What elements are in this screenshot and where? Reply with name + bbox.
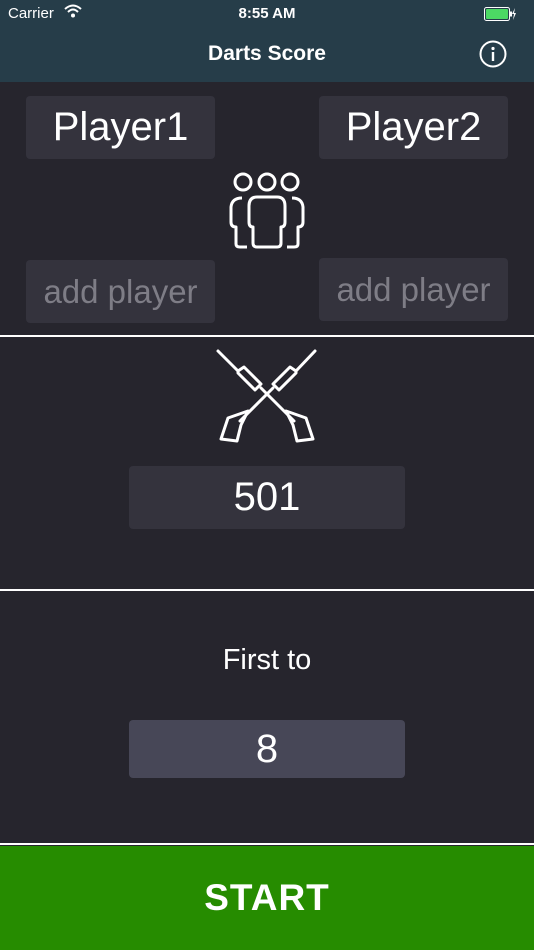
legs-value: 8 bbox=[255, 726, 279, 771]
first-to-label: First to bbox=[222, 644, 312, 676]
section-divider bbox=[0, 843, 534, 845]
add-player-right-placeholder: add player bbox=[336, 270, 491, 308]
player1-field[interactable]: Player1 bbox=[26, 96, 215, 159]
page-title: Darts Score bbox=[208, 42, 326, 65]
add-player-left-placeholder: add player bbox=[43, 272, 198, 310]
status-bar: Carrier 8:55 AM bbox=[0, 0, 534, 28]
player2-field[interactable]: Player2 bbox=[319, 96, 508, 159]
player1-name: Player1 bbox=[52, 105, 189, 149]
start-button-label: START bbox=[204, 877, 330, 918]
start-button[interactable]: START bbox=[0, 846, 534, 950]
add-player-left-field[interactable]: add player bbox=[26, 260, 215, 323]
section-divider bbox=[0, 335, 534, 337]
group-icon bbox=[227, 170, 307, 250]
add-player-right-field[interactable]: add player bbox=[319, 258, 508, 321]
player2-name: Player2 bbox=[345, 105, 482, 149]
score-field[interactable]: 501 bbox=[129, 466, 405, 529]
status-time: 8:55 AM bbox=[238, 5, 296, 22]
battery-icon bbox=[484, 7, 516, 21]
info-icon[interactable] bbox=[478, 39, 508, 69]
navigation-bar: Carrier 8:55 AM Darts Score bbox=[0, 0, 534, 82]
legs-field[interactable]: 8 bbox=[129, 720, 405, 778]
section-divider bbox=[0, 589, 534, 591]
crossed-darts-icon bbox=[214, 348, 320, 452]
score-value: 501 bbox=[233, 475, 301, 519]
